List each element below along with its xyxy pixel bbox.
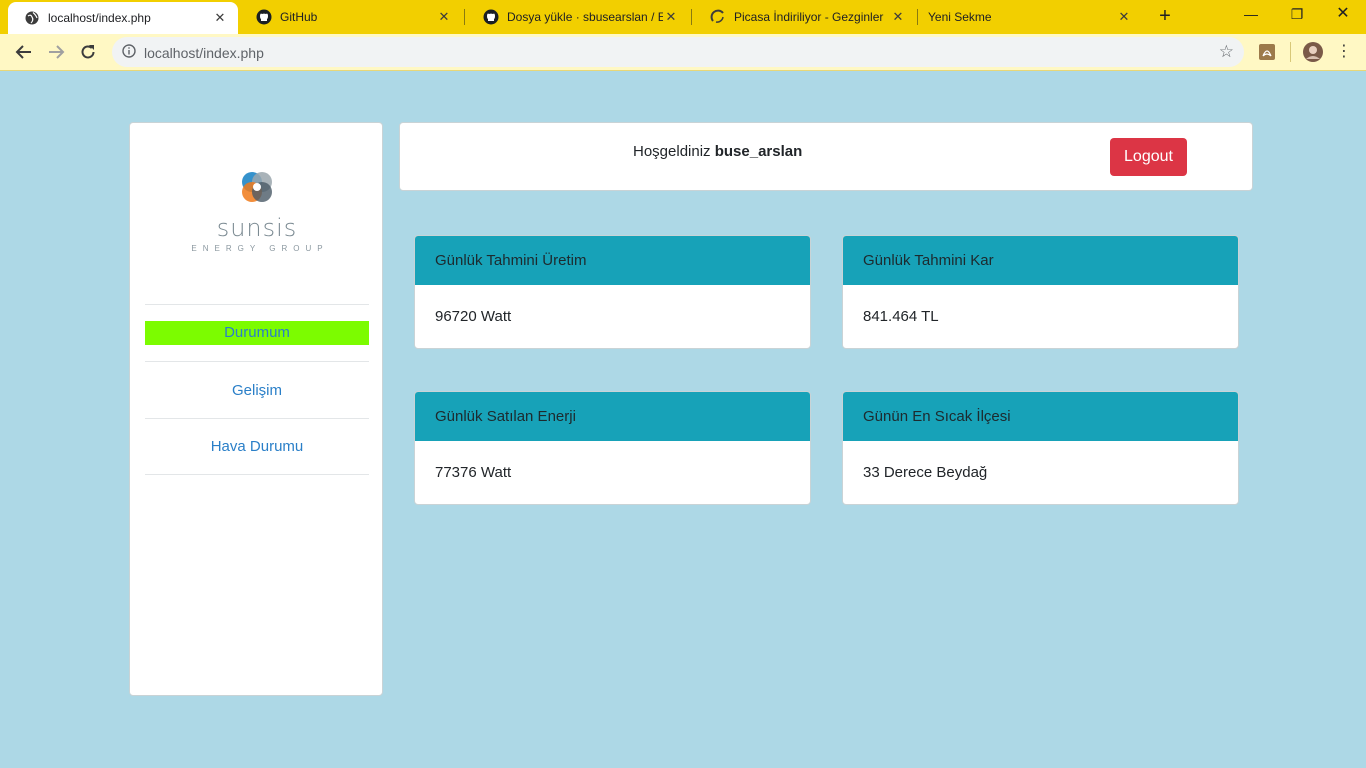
sidebar-nav: Durumum Gelişim Hava Durumu	[145, 304, 369, 475]
new-tab-button[interactable]: +	[1153, 5, 1177, 29]
card-value: 841.464 TL	[863, 308, 939, 325]
globe-icon	[24, 10, 40, 26]
sidebar-item-label[interactable]: Durumum	[145, 321, 369, 345]
card-value: 77376 Watt	[435, 464, 512, 481]
browser-tabstrip: localhost/index.php ✕ GitHub ✕ Dosya yük…	[0, 0, 1366, 34]
github-icon	[483, 9, 499, 25]
card-title: Günün En Sıcak İlçesi	[843, 392, 1238, 441]
card-title: Günlük Tahmini Üretim	[415, 236, 810, 285]
username: buse_arslan	[714, 143, 803, 160]
tab-title: localhost/index.php	[48, 11, 151, 25]
card-title: Günlük Satılan Enerji	[415, 392, 810, 441]
browser-tab-new[interactable]: Yeni Sekme ✕	[912, 0, 1142, 34]
minimize-button[interactable]: —	[1228, 0, 1274, 30]
card-title: Günlük Tahmini Kar	[843, 236, 1238, 285]
tab-close-icon[interactable]: ✕	[890, 9, 906, 25]
info-icon[interactable]	[122, 44, 138, 60]
reload-icon	[81, 45, 95, 59]
tab-close-icon[interactable]: ✕	[1116, 9, 1132, 25]
address-bar[interactable]: localhost/index.php ☆	[112, 37, 1244, 67]
tab-title: Dosya yükle · sbusearslan / En	[507, 10, 663, 24]
welcome-header: Hoşgeldiniz buse_arslan Logout	[399, 122, 1253, 191]
card-daily-profit: Günlük Tahmini Kar 841.464 TL	[842, 235, 1239, 349]
profile-avatar[interactable]	[1303, 42, 1323, 62]
sidebar-item-label[interactable]: Hava Durumu	[211, 438, 304, 455]
logo-mark-icon	[242, 172, 272, 202]
github-icon	[256, 9, 272, 25]
bookmark-star-icon[interactable]: ☆	[1219, 42, 1234, 62]
sidebar-item-gelisim[interactable]: Gelişim	[145, 361, 369, 418]
logout-button[interactable]: Logout	[1110, 138, 1187, 176]
browser-tab-picasa[interactable]: Picasa İndiriliyor - Gezginler ✕	[694, 0, 916, 34]
card-daily-sold-energy: Günlük Satılan Enerji 77376 Watt	[414, 391, 811, 505]
sidebar-item-durumum[interactable]: Durumum	[145, 304, 369, 361]
forward-button[interactable]	[44, 40, 68, 64]
arrow-left-icon	[15, 45, 31, 59]
menu-icon[interactable]: ⋮	[1336, 44, 1352, 60]
card-daily-production: Günlük Tahmini Üretim 96720 Watt	[414, 235, 811, 349]
tab-title: Yeni Sekme	[928, 10, 992, 24]
tab-separator	[464, 9, 465, 25]
logo-wordmark: sunsis	[216, 214, 298, 242]
sunsis-logo: sunsis ENERGY GROUP	[130, 167, 384, 253]
card-value: 96720 Watt	[435, 308, 512, 325]
arrow-right-icon	[49, 45, 65, 59]
pdf-extension-icon[interactable]	[1259, 44, 1275, 60]
window-close-button[interactable]: ✕	[1320, 0, 1366, 30]
back-button[interactable]	[12, 40, 36, 64]
browser-toolbar: localhost/index.php ☆ ⋮	[0, 34, 1366, 71]
tab-close-icon[interactable]: ✕	[436, 9, 452, 25]
toolbar-separator	[1290, 42, 1291, 62]
card-hottest-district: Günün En Sıcak İlçesi 33 Derece Beydağ	[842, 391, 1239, 505]
browser-tab-active[interactable]: localhost/index.php ✕	[8, 2, 238, 34]
browser-tab-upload[interactable]: Dosya yükle · sbusearslan / En ✕	[467, 0, 689, 34]
welcome-text: Hoşgeldiniz buse_arslan	[633, 143, 802, 160]
card-value: 33 Derece Beydağ	[863, 464, 988, 481]
tab-separator	[691, 9, 692, 25]
tab-title: GitHub	[280, 10, 318, 24]
browser-tab-github[interactable]: GitHub ✕	[240, 0, 462, 34]
loading-icon	[710, 9, 726, 25]
sidebar-item-hava-durumu[interactable]: Hava Durumu	[145, 418, 369, 475]
logo-subtitle: ENERGY GROUP	[191, 244, 329, 253]
tab-close-icon[interactable]: ✕	[663, 9, 679, 25]
tab-title: Picasa İndiriliyor - Gezginler	[734, 10, 884, 24]
tab-close-icon[interactable]: ✕	[212, 10, 228, 26]
url-text[interactable]: localhost/index.php	[144, 45, 264, 61]
welcome-prefix: Hoşgeldiniz	[633, 143, 711, 160]
sidebar-item-label[interactable]: Gelişim	[232, 382, 282, 399]
sidebar: sunsis ENERGY GROUP Durumum Gelişim Hava…	[129, 122, 383, 696]
reload-button[interactable]	[76, 40, 100, 64]
restore-button[interactable]: ❐	[1274, 0, 1320, 30]
